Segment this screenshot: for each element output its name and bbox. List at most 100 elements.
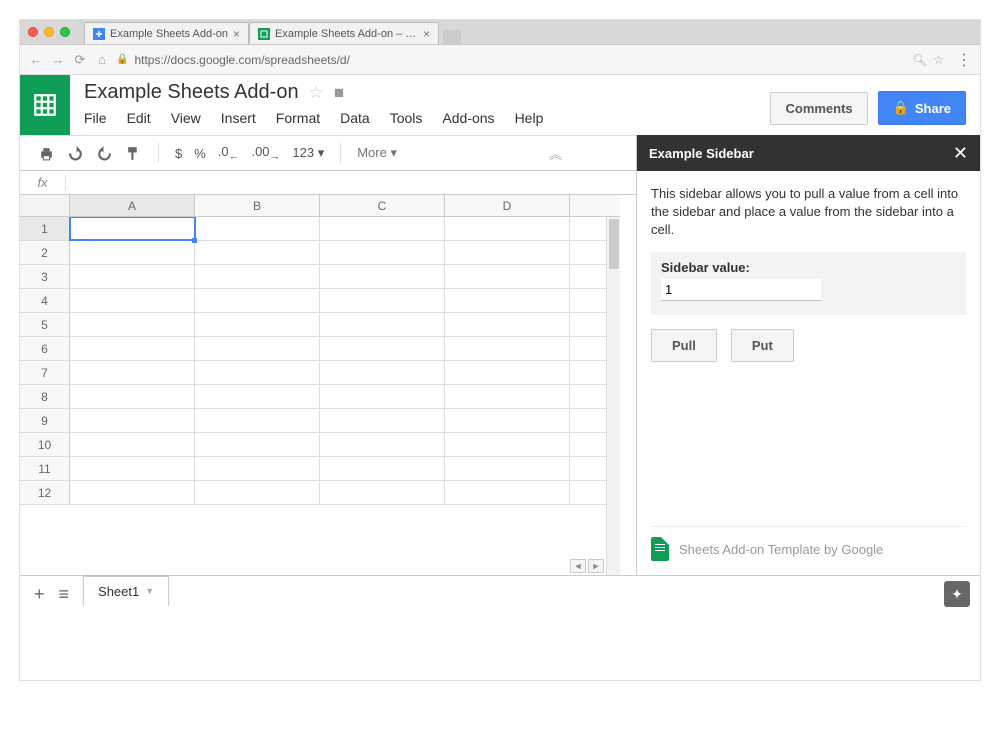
row-header[interactable]: 3 [20, 265, 70, 288]
cell[interactable] [445, 265, 570, 288]
forward-button[interactable]: → [50, 52, 66, 67]
spreadsheet-grid[interactable]: A B C D 123456789101112 ◄ ► [20, 195, 620, 575]
row-header[interactable]: 1 [20, 217, 70, 240]
menu-addons[interactable]: Add-ons [442, 110, 494, 126]
column-header[interactable]: B [195, 195, 320, 216]
sheets-logo-icon[interactable] [20, 75, 70, 135]
menu-format[interactable]: Format [276, 110, 320, 126]
doc-title[interactable]: Example Sheets Add-on [84, 81, 299, 104]
put-button[interactable]: Put [731, 329, 794, 362]
cell[interactable] [70, 241, 195, 264]
cell[interactable] [445, 385, 570, 408]
cell[interactable] [195, 481, 320, 504]
browser-tab[interactable]: Example Sheets Add-on – Goo... × [249, 22, 439, 44]
cell[interactable] [320, 241, 445, 264]
row-header[interactable]: 12 [20, 481, 70, 504]
cell[interactable] [445, 217, 570, 240]
reload-button[interactable]: ⟳ [72, 52, 88, 68]
sheet-tab[interactable]: Sheet1 ▼ [83, 576, 169, 606]
cell[interactable] [70, 457, 195, 480]
cell[interactable] [320, 217, 445, 240]
cell[interactable] [195, 241, 320, 264]
cell[interactable] [320, 265, 445, 288]
menu-help[interactable]: Help [515, 110, 544, 126]
chevron-down-icon[interactable]: ▼ [145, 586, 154, 596]
sidebar-value-input[interactable] [661, 279, 821, 301]
new-tab-button[interactable] [443, 30, 461, 44]
folder-icon[interactable]: ■ [334, 83, 344, 103]
row-header[interactable]: 2 [20, 241, 70, 264]
row-header[interactable]: 5 [20, 313, 70, 336]
format-number-button[interactable]: 123 ▾ [292, 145, 324, 161]
search-icon[interactable]: 🔍︎ [912, 53, 927, 67]
cell[interactable] [195, 361, 320, 384]
cell[interactable] [320, 385, 445, 408]
menu-insert[interactable]: Insert [221, 110, 256, 126]
row-header[interactable]: 6 [20, 337, 70, 360]
cell[interactable] [70, 265, 195, 288]
row-header[interactable]: 7 [20, 361, 70, 384]
collapse-toolbar-icon[interactable]: ︽ [549, 144, 562, 163]
cell[interactable] [70, 433, 195, 456]
row-header[interactable]: 11 [20, 457, 70, 480]
cell[interactable] [195, 337, 320, 360]
menu-file[interactable]: File [84, 110, 107, 126]
column-header[interactable]: A [70, 195, 195, 216]
menu-view[interactable]: View [171, 110, 201, 126]
print-icon[interactable] [38, 145, 55, 162]
row-header[interactable]: 8 [20, 385, 70, 408]
select-all-corner[interactable] [20, 195, 70, 216]
window-maximize[interactable] [60, 27, 70, 37]
scroll-right-button[interactable]: ► [588, 559, 604, 573]
cell[interactable] [70, 361, 195, 384]
menu-data[interactable]: Data [340, 110, 370, 126]
cell[interactable] [320, 313, 445, 336]
cell[interactable] [320, 409, 445, 432]
format-currency-button[interactable]: $ [175, 146, 182, 161]
pull-button[interactable]: Pull [651, 329, 717, 362]
cell[interactable] [70, 337, 195, 360]
cell[interactable] [195, 409, 320, 432]
comments-button[interactable]: Comments [770, 92, 867, 125]
window-minimize[interactable] [44, 27, 54, 37]
explore-button[interactable]: ✦ [944, 581, 970, 607]
cell[interactable] [70, 289, 195, 312]
star-icon[interactable]: ☆ [933, 53, 944, 67]
star-icon[interactable]: ☆ [309, 83, 324, 103]
scroll-left-button[interactable]: ◄ [570, 559, 586, 573]
increase-decimal-button[interactable]: .00→ [251, 144, 280, 163]
more-toolbar-button[interactable]: More ▾ [357, 145, 397, 161]
cell[interactable] [70, 409, 195, 432]
cell[interactable] [70, 313, 195, 336]
cell[interactable] [445, 433, 570, 456]
address-bar[interactable]: 🔒 https://docs.google.com/spreadsheets/d… [116, 53, 944, 67]
close-icon[interactable]: × [233, 27, 240, 41]
cell[interactable] [70, 385, 195, 408]
cell[interactable] [195, 217, 320, 240]
all-sheets-button[interactable]: ≡ [59, 584, 70, 605]
cell[interactable] [195, 265, 320, 288]
cell[interactable] [445, 313, 570, 336]
cell[interactable] [445, 481, 570, 504]
cell[interactable] [320, 361, 445, 384]
decrease-decimal-button[interactable]: .0← [218, 144, 240, 163]
paint-format-icon[interactable] [125, 145, 142, 162]
home-button[interactable]: ⌂ [94, 52, 110, 67]
cell[interactable] [195, 433, 320, 456]
back-button[interactable]: ← [28, 52, 44, 67]
cell[interactable] [445, 289, 570, 312]
row-header[interactable]: 10 [20, 433, 70, 456]
cell[interactable] [445, 241, 570, 264]
row-header[interactable]: 4 [20, 289, 70, 312]
format-percent-button[interactable]: % [194, 146, 206, 161]
cell[interactable] [195, 313, 320, 336]
column-header[interactable]: D [445, 195, 570, 216]
close-icon[interactable]: ✕ [953, 143, 968, 164]
window-close[interactable] [28, 27, 38, 37]
cell[interactable] [70, 481, 195, 504]
cell[interactable] [195, 385, 320, 408]
cell[interactable] [70, 217, 195, 240]
redo-icon[interactable] [96, 145, 113, 162]
menu-tools[interactable]: Tools [390, 110, 423, 126]
share-button[interactable]: 🔒 Share [878, 91, 966, 125]
